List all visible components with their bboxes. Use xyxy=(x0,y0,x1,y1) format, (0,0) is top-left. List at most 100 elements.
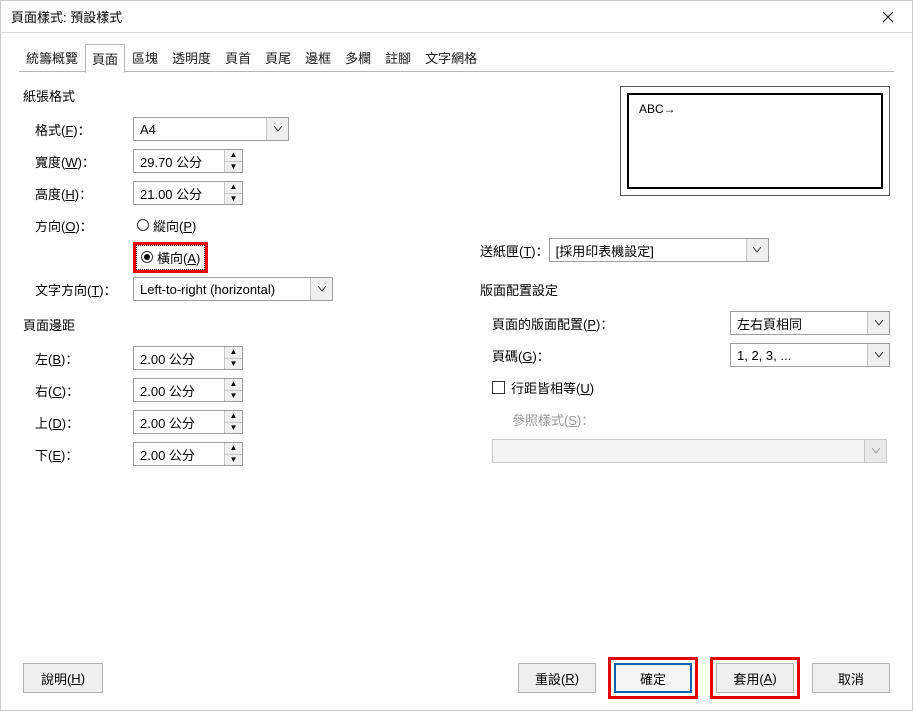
page-layout-value: 左右頁相同 xyxy=(737,314,802,333)
page-preview: ABC→ xyxy=(620,86,890,196)
margin-bottom-label: 下(E)： xyxy=(23,445,133,464)
checkbox-icon xyxy=(492,381,505,394)
margin-bottom-value: 2.00 公分 xyxy=(134,445,224,464)
spinner-arrows: ▲▼ xyxy=(224,182,242,204)
tab-area[interactable]: 區塊 xyxy=(125,43,165,72)
margin-top-label: 上(D)： xyxy=(23,413,133,432)
margin-left-spinner[interactable]: 2.00 公分 ▲▼ xyxy=(133,346,243,370)
arrow-down-icon[interactable]: ▼ xyxy=(225,391,242,402)
equal-line-spacing-label: 行距皆相等(U) xyxy=(511,378,594,397)
margin-right-label: 右(C)： xyxy=(23,381,133,400)
arrow-down-icon[interactable]: ▼ xyxy=(225,423,242,434)
margin-top-spinner[interactable]: 2.00 公分 ▲▼ xyxy=(133,410,243,434)
width-label: 寬度(W)： xyxy=(23,152,133,171)
orientation-label: 方向(O)： xyxy=(23,216,133,235)
margin-left-value: 2.00 公分 xyxy=(134,349,224,368)
tab-columns[interactable]: 多欄 xyxy=(338,43,378,72)
page-number-select[interactable]: 1, 2, 3, ... xyxy=(730,343,890,367)
landscape-label: 橫向(A) xyxy=(157,248,200,267)
width-spinner[interactable]: 29.70 公分 ▲▼ xyxy=(133,149,243,173)
margin-top-value: 2.00 公分 xyxy=(134,413,224,432)
arrow-down-icon[interactable]: ▼ xyxy=(225,455,242,466)
format-select[interactable]: A4 xyxy=(133,117,289,141)
dialog-footer: 說明(H) 重設(R) 確定 套用(A) 取消 xyxy=(1,658,912,710)
apply-button[interactable]: 套用(A) xyxy=(716,663,794,693)
arrow-up-icon[interactable]: ▲ xyxy=(225,379,242,391)
portrait-radio[interactable]: 縱向(P) xyxy=(133,214,200,237)
preview-page: ABC→ xyxy=(627,93,883,189)
titlebar: 頁面樣式: 預設樣式 xyxy=(1,1,912,33)
arrow-down-icon[interactable]: ▼ xyxy=(225,359,242,370)
paper-tray-label: 送紙匣(T)： xyxy=(480,241,549,260)
chevron-down-icon xyxy=(867,344,889,366)
margin-right-value: 2.00 公分 xyxy=(134,381,224,400)
width-value: 29.70 公分 xyxy=(134,152,224,171)
text-direction-select[interactable]: Left-to-right (horizontal) xyxy=(133,277,333,301)
tab-content: 紙張格式 格式(F)： A4 寬度(W)： 29.70 公分 ▲▼ 高度( xyxy=(1,72,912,658)
height-value: 21.00 公分 xyxy=(134,184,224,203)
tab-footer[interactable]: 頁尾 xyxy=(258,43,298,72)
spinner-arrows: ▲▼ xyxy=(224,411,242,433)
spinner-arrows: ▲▼ xyxy=(224,443,242,465)
arrow-up-icon[interactable]: ▲ xyxy=(225,182,242,194)
layout-title: 版面配置設定 xyxy=(480,280,890,299)
close-button[interactable] xyxy=(872,3,904,31)
page-layout-label: 頁面的版面配置(P)： xyxy=(480,314,730,333)
radio-checked-icon xyxy=(141,251,153,263)
format-label: 格式(F)： xyxy=(23,120,133,139)
radio-icon xyxy=(137,219,149,231)
tab-organizer[interactable]: 統籌概覽 xyxy=(19,43,85,72)
tab-footnote[interactable]: 註腳 xyxy=(378,43,418,72)
chevron-down-icon xyxy=(867,312,889,334)
preview-text: ABC→ xyxy=(639,102,676,116)
paper-tray-select[interactable]: [採用印表機設定] xyxy=(549,238,769,262)
spinner-arrows: ▲▼ xyxy=(224,379,242,401)
chevron-down-icon xyxy=(266,118,288,140)
tab-borders[interactable]: 邊框 xyxy=(298,43,338,72)
left-column: 紙張格式 格式(F)： A4 寬度(W)： 29.70 公分 ▲▼ 高度( xyxy=(23,86,474,658)
text-direction-value: Left-to-right (horizontal) xyxy=(140,282,275,297)
landscape-radio[interactable]: 橫向(A) xyxy=(137,246,204,269)
paper-tray-value: [採用印表機設定] xyxy=(556,241,654,260)
close-icon xyxy=(882,11,894,23)
reference-style-label: 參照樣式(S)： xyxy=(480,410,594,429)
reference-style-select xyxy=(492,439,887,463)
chevron-down-icon xyxy=(864,440,886,462)
tab-page[interactable]: 頁面 xyxy=(85,44,125,73)
tab-strip: 統籌概覽 頁面 區塊 透明度 頁首 頁尾 邊框 多欄 註腳 文字網格 xyxy=(1,33,912,72)
cancel-button[interactable]: 取消 xyxy=(812,663,890,693)
tab-transparency[interactable]: 透明度 xyxy=(165,43,218,72)
arrow-down-icon[interactable]: ▼ xyxy=(225,162,242,173)
tab-text-grid[interactable]: 文字網格 xyxy=(418,43,484,72)
margins-title: 頁面邊距 xyxy=(23,315,474,334)
page-layout-select[interactable]: 左右頁相同 xyxy=(730,311,890,335)
reset-button[interactable]: 重設(R) xyxy=(518,663,596,693)
page-number-label: 頁碼(G)： xyxy=(480,346,730,365)
equal-line-spacing-checkbox[interactable]: 行距皆相等(U) xyxy=(492,378,594,397)
margin-right-spinner[interactable]: 2.00 公分 ▲▼ xyxy=(133,378,243,402)
arrow-up-icon[interactable]: ▲ xyxy=(225,443,242,455)
portrait-label: 縱向(P) xyxy=(153,216,196,235)
margin-left-label: 左(B)： xyxy=(23,349,133,368)
spinner-arrows: ▲▼ xyxy=(224,150,242,172)
chevron-down-icon xyxy=(746,239,768,261)
chevron-down-icon xyxy=(310,278,332,300)
margin-bottom-spinner[interactable]: 2.00 公分 ▲▼ xyxy=(133,442,243,466)
arrow-down-icon[interactable]: ▼ xyxy=(225,194,242,205)
format-value: A4 xyxy=(140,122,156,137)
height-spinner[interactable]: 21.00 公分 ▲▼ xyxy=(133,181,243,205)
page-number-value: 1, 2, 3, ... xyxy=(737,348,791,363)
arrow-up-icon[interactable]: ▲ xyxy=(225,347,242,359)
arrow-up-icon[interactable]: ▲ xyxy=(225,150,242,162)
right-column: ABC→ 送紙匣(T)： [採用印表機設定] 版面配置設定 頁面的版面配置(P)… xyxy=(474,86,890,658)
text-direction-label: 文字方向(T)： xyxy=(23,280,133,299)
window-title: 頁面樣式: 預設樣式 xyxy=(11,7,122,26)
help-button[interactable]: 說明(H) xyxy=(23,663,103,693)
height-label: 高度(H)： xyxy=(23,184,133,203)
paper-format-title: 紙張格式 xyxy=(23,86,474,105)
ok-button[interactable]: 確定 xyxy=(614,663,692,693)
arrow-up-icon[interactable]: ▲ xyxy=(225,411,242,423)
page-style-dialog: 頁面樣式: 預設樣式 統籌概覽 頁面 區塊 透明度 頁首 頁尾 邊框 多欄 註腳… xyxy=(0,0,913,711)
tab-header[interactable]: 頁首 xyxy=(218,43,258,72)
spinner-arrows: ▲▼ xyxy=(224,347,242,369)
